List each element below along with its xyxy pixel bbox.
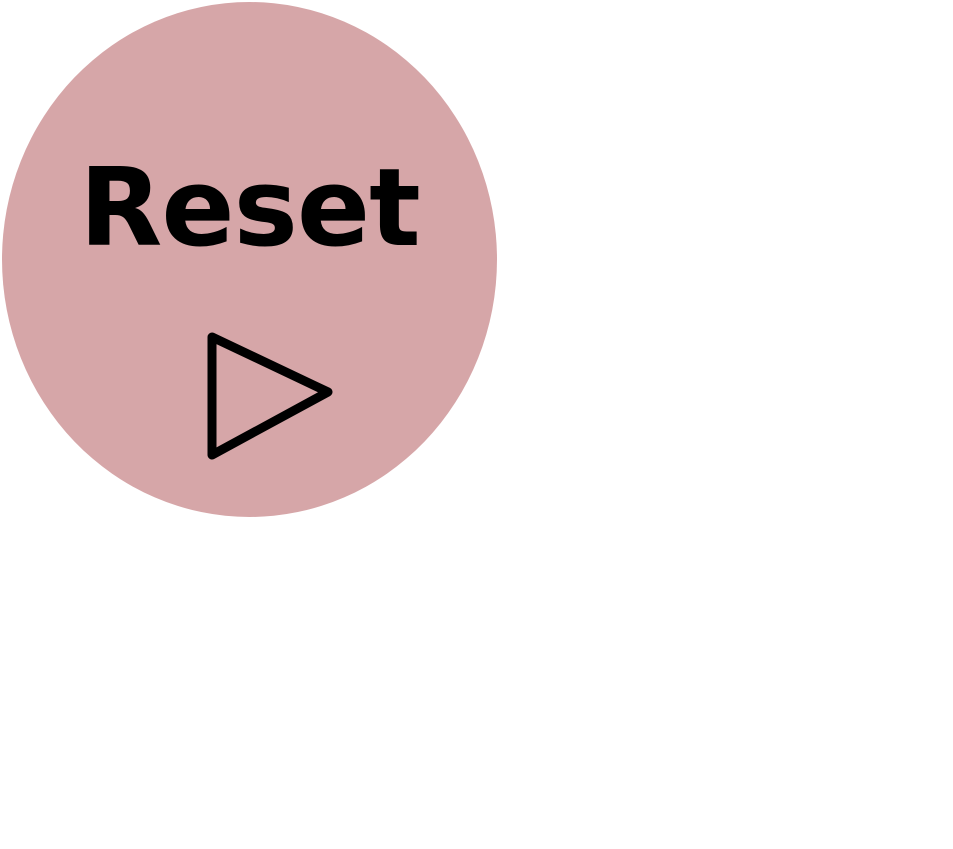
reset-button-label: Reset — [79, 146, 421, 271]
reset-button[interactable]: Reset — [2, 2, 497, 517]
play-icon — [202, 325, 342, 465]
